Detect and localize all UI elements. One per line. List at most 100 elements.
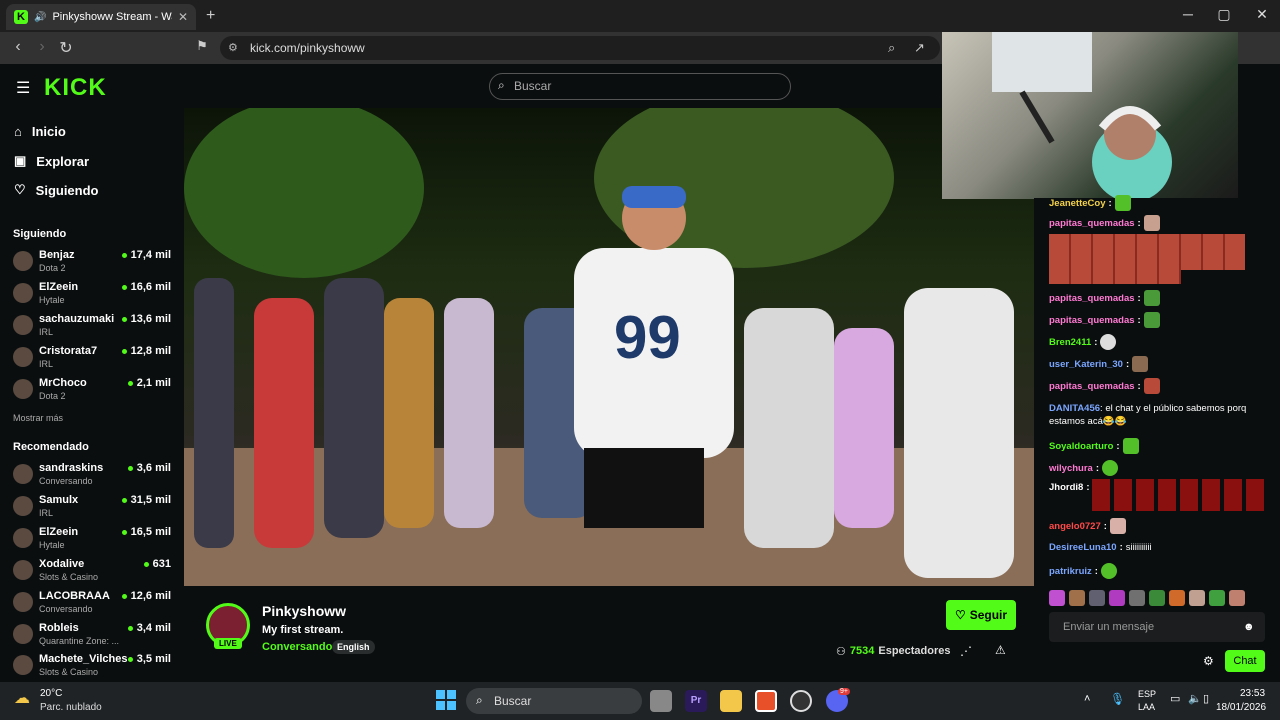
video-player[interactable]: 99	[184, 108, 1034, 586]
emoji-icon[interactable]: ☻	[1243, 621, 1255, 633]
chat-username[interactable]: patrikruiz	[1049, 566, 1092, 577]
chat-username[interactable]: papitas_quemadas	[1049, 218, 1135, 229]
channel-item[interactable]: Xodalive Slots & Casino 631	[13, 558, 173, 588]
clock-time[interactable]: 23:53	[1240, 688, 1265, 699]
report-icon[interactable]: ⚠	[995, 643, 1006, 657]
close-window-icon[interactable]: ✕	[1252, 6, 1272, 23]
battery-icon[interactable]: ▯	[1203, 692, 1209, 705]
channel-item[interactable]: Robleis Quarantine Zone: ... 3,4 mil	[13, 622, 173, 652]
site-info-icon[interactable]: ⚙	[228, 41, 238, 54]
chat-username[interactable]: angelo0727	[1049, 521, 1101, 532]
channel-category: Dota 2	[39, 391, 66, 401]
language-badge[interactable]: English	[332, 640, 375, 654]
lang-label[interactable]: ESP	[1138, 689, 1156, 699]
maximize-icon[interactable]: ▢	[1214, 6, 1234, 23]
reload-icon[interactable]: ↻	[56, 38, 76, 58]
chat-username[interactable]: papitas_quemadas	[1049, 293, 1135, 304]
close-tab-icon[interactable]: ✕	[178, 10, 188, 24]
chat-username[interactable]: papitas_quemadas	[1049, 381, 1135, 392]
minimize-icon[interactable]: ─	[1178, 6, 1198, 22]
brave-icon[interactable]	[755, 690, 777, 712]
chat-username[interactable]: papitas_quemadas	[1049, 315, 1135, 326]
chat-input[interactable]: Enviar un mensaje	[1049, 612, 1265, 642]
tab-title: Pinkyshoww Stream - Watch L	[52, 11, 172, 23]
lang-label-2[interactable]: LAA	[1138, 702, 1155, 712]
follow-button[interactable]: ♡ Seguir	[946, 600, 1016, 630]
nav-explorar[interactable]: ▣ Explorar	[14, 153, 89, 169]
search-input[interactable]: Buscar	[489, 73, 791, 100]
weather-text: Parc. nublado	[40, 702, 102, 713]
weather-icon[interactable]: ☁	[14, 688, 30, 708]
zoom-icon[interactable]: ⌕	[888, 40, 895, 56]
folder-icon[interactable]	[720, 690, 742, 712]
channel-item[interactable]: Machete_Vilches Slots & Casino 3,5 mil	[13, 653, 173, 683]
channel-item[interactable]: MrChoco Dota 2 2,1 mil	[13, 377, 173, 407]
webcam-frame	[992, 32, 1172, 202]
new-tab-button[interactable]: +	[206, 7, 215, 25]
viewer-label: Espectadores	[878, 645, 951, 657]
emote-icon[interactable]	[1069, 590, 1085, 606]
kick-logo[interactable]: KICK	[44, 74, 107, 102]
windows-start-icon[interactable]	[436, 690, 456, 710]
menu-icon[interactable]: ☰	[16, 78, 30, 98]
emote-icon[interactable]	[1149, 590, 1165, 606]
channel-item[interactable]: Cristorata7 IRL 12,8 mil	[13, 345, 173, 375]
kick-header	[0, 64, 942, 108]
channel-category: IRL	[39, 359, 54, 369]
stream-category[interactable]: Conversando	[262, 641, 332, 653]
volume-icon[interactable]: 🔈	[1188, 692, 1202, 705]
bookmark-icon[interactable]: ⚑	[192, 38, 212, 54]
share-stream-icon[interactable]: ⋰	[960, 644, 972, 658]
chat-send-button[interactable]: Chat	[1225, 650, 1265, 672]
channel-item[interactable]: Benjaz Dota 2 17,4 mil	[13, 249, 173, 279]
chat-username[interactable]: user_Katerin_30	[1049, 359, 1123, 370]
emote-icon[interactable]	[1109, 590, 1125, 606]
obs-icon[interactable]	[790, 690, 812, 712]
chat-username[interactable]: DesireeLuna10	[1049, 542, 1117, 553]
chat-username[interactable]: wilychura	[1049, 463, 1093, 474]
channel-item[interactable]: sachauzumaki IRL 13,6 mil	[13, 313, 173, 343]
forward-icon[interactable]: ›	[32, 38, 52, 56]
mic-icon[interactable]: 🎙	[1110, 692, 1125, 706]
chat-settings-icon[interactable]: ⚙	[1203, 654, 1214, 668]
channel-name: ElZeein	[39, 281, 79, 293]
channel-item[interactable]: ElZeein Hytale 16,5 mil	[13, 526, 173, 556]
emote-icon[interactable]	[1049, 590, 1065, 606]
emote-icon[interactable]	[1129, 590, 1145, 606]
task-view-icon[interactable]	[650, 690, 672, 712]
nav-siguiendo[interactable]: ♡ Siguiendo	[14, 182, 99, 198]
emote-icon[interactable]	[1169, 590, 1185, 606]
emote-icon[interactable]	[1189, 590, 1205, 606]
chat-username[interactable]: DANITA456	[1049, 403, 1100, 414]
nav-inicio[interactable]: ⌂ Inicio	[14, 124, 66, 139]
chat-message: Soyaldoarturo:	[1049, 438, 1139, 454]
share-icon[interactable]: ↗	[914, 40, 925, 56]
kick-favicon-icon: K	[14, 10, 28, 24]
channel-item[interactable]: LACOBRAAA Conversando 12,6 mil	[13, 590, 173, 620]
chat-username[interactable]: Bren2411	[1049, 337, 1091, 348]
channel-item[interactable]: Samulx IRL 31,5 mil	[13, 494, 173, 524]
premiere-icon[interactable]: Pr	[685, 690, 707, 712]
avatar	[13, 283, 33, 303]
clock-date[interactable]: 18/01/2026	[1216, 702, 1266, 713]
taskbar-search[interactable]: Buscar	[466, 688, 642, 714]
channel-item[interactable]: sandraskins Conversando 3,6 mil	[13, 462, 173, 492]
avatar	[13, 655, 33, 675]
streamer-name[interactable]: Pinkyshoww	[262, 603, 346, 619]
chat-username[interactable]: Soyaldoarturo	[1049, 441, 1113, 452]
chat-username[interactable]: Jhordi8	[1049, 482, 1083, 493]
back-icon[interactable]: ‹	[8, 38, 28, 56]
display-icon[interactable]: ▭	[1170, 692, 1180, 705]
emote-icon[interactable]	[1209, 590, 1225, 606]
chat-username[interactable]: JeanetteCoy	[1049, 198, 1106, 209]
chevron-up-icon[interactable]: ˄	[1084, 693, 1090, 705]
emote-icon[interactable]	[1089, 590, 1105, 606]
show-more-link[interactable]: Mostrar más	[13, 413, 63, 423]
emote-icon[interactable]	[1229, 590, 1245, 606]
browser-tab[interactable]: K 🔊 Pinkyshoww Stream - Watch L ✕	[6, 4, 196, 30]
avatar	[13, 528, 33, 548]
heart-icon: ♡	[14, 182, 26, 197]
url-field[interactable]: kick.com/pinkyshoww	[220, 36, 940, 60]
users-icon: ⚇	[836, 646, 846, 658]
channel-item[interactable]: ElZeein Hytale 16,6 mil	[13, 281, 173, 311]
